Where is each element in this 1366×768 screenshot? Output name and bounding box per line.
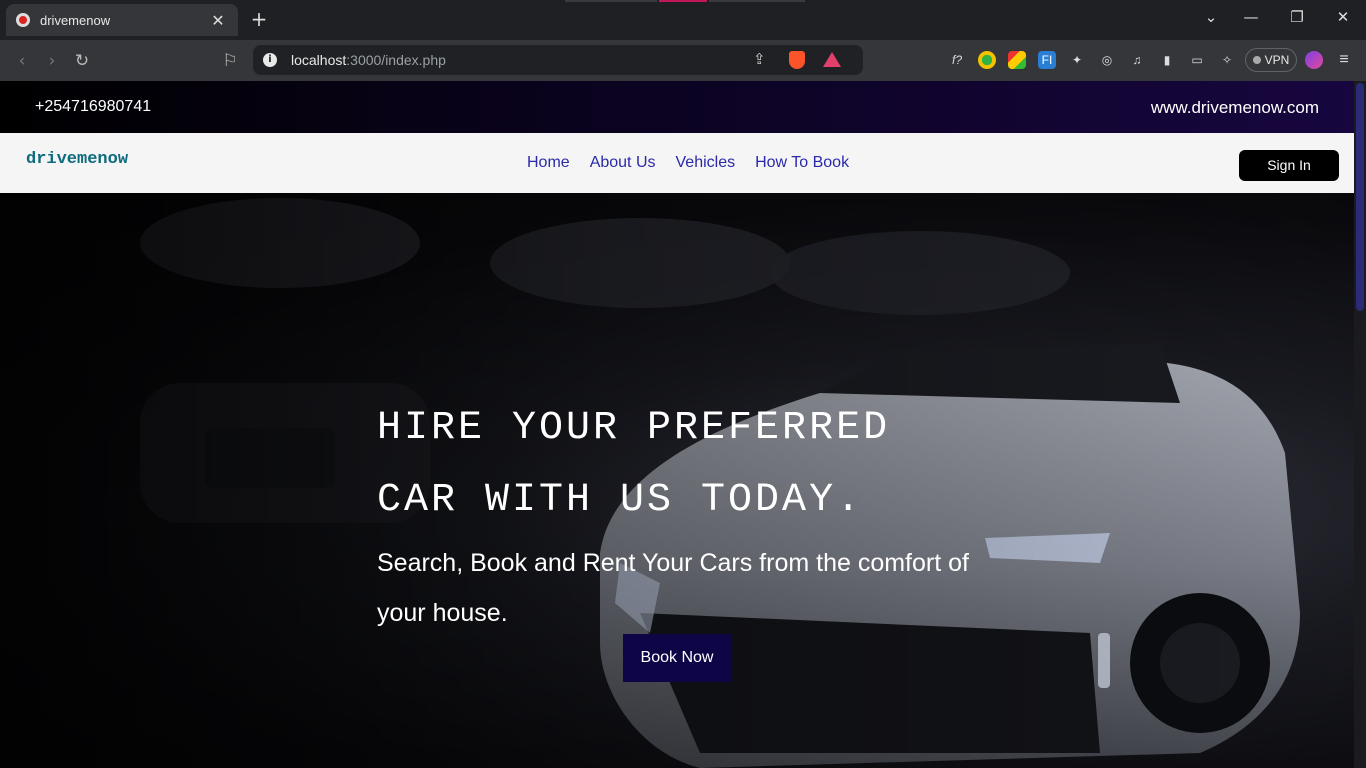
tab-title: drivemenow: [40, 12, 111, 28]
brand-logo[interactable]: drivemenow: [26, 150, 128, 169]
nav-link-about[interactable]: About Us: [590, 154, 656, 172]
extension-chrome-icon[interactable]: [978, 51, 996, 69]
tab-group-indicator-active: [659, 0, 707, 2]
new-tab-button[interactable]: +: [248, 8, 270, 30]
extensions-puzzle-icon[interactable]: ✦: [1068, 51, 1086, 69]
url-text: localhost:3000/index.php: [291, 52, 446, 68]
vpn-button[interactable]: VPN: [1245, 48, 1297, 72]
tab-group-indicator: [565, 0, 657, 2]
tab-group-indicator: [709, 0, 805, 2]
scrollbar-thumb[interactable]: [1356, 83, 1364, 311]
browser-tabstrip: drivemenow ✕ + ⌄ — ❐ ✕: [0, 0, 1366, 40]
music-icon[interactable]: ♫: [1128, 51, 1146, 69]
close-tab-icon[interactable]: ✕: [208, 11, 228, 30]
extension-fi-icon[interactable]: FI: [1038, 51, 1056, 69]
vpn-status-icon: [1252, 56, 1261, 64]
page-scrollbar[interactable]: [1354, 81, 1366, 768]
minimize-button[interactable]: —: [1239, 8, 1263, 26]
nav-links: Home About Us Vehicles How To Book: [527, 154, 849, 172]
hero-subtitle: Search, Book and Rent Your Cars from the…: [377, 549, 969, 627]
extension-grid-icon[interactable]: [1008, 51, 1026, 69]
address-bar[interactable]: i localhost:3000/index.php ⇪: [253, 45, 863, 75]
forward-icon[interactable]: ›: [41, 50, 63, 72]
wallet-icon[interactable]: ▭: [1188, 51, 1206, 69]
brave-rewards-icon[interactable]: [823, 52, 841, 67]
nav-link-home[interactable]: Home: [527, 154, 570, 172]
ai-sparkle-icon[interactable]: ✧: [1218, 51, 1236, 69]
hero-title: HIRE YOUR PREFERRED CAR WITH US TODAY.: [377, 393, 890, 537]
back-icon[interactable]: ‹: [11, 50, 33, 72]
nav-link-vehicles[interactable]: Vehicles: [676, 154, 736, 172]
url-host: localhost: [291, 52, 347, 68]
close-window-button[interactable]: ✕: [1331, 8, 1355, 26]
website-address: www.drivemenow.com: [1150, 98, 1319, 117]
brave-shield-icon[interactable]: [789, 51, 805, 69]
profile-avatar[interactable]: [1305, 51, 1323, 69]
restore-button[interactable]: ❐: [1285, 8, 1309, 26]
contact-topbar: +254716980741 www.drivemenow.com: [0, 81, 1354, 133]
hero-title-line-2: CAR WITH US TODAY.: [377, 478, 864, 523]
favicon-icon: [16, 13, 30, 27]
extension-fx-icon[interactable]: f?: [948, 51, 966, 69]
share-icon[interactable]: ⇪: [753, 50, 766, 68]
url-path: :3000/index.php: [346, 52, 446, 68]
web-page: +254716980741 www.drivemenow.com driveme…: [0, 81, 1354, 768]
browser-tab[interactable]: drivemenow ✕: [6, 4, 238, 36]
leo-icon[interactable]: ◎: [1098, 51, 1116, 69]
hero-title-line-1: HIRE YOUR PREFERRED: [377, 406, 891, 451]
nav-link-how-to-book[interactable]: How To Book: [755, 154, 849, 172]
menu-icon[interactable]: ≡: [1335, 51, 1353, 69]
main-navbar: drivemenow Home About Us Vehicles How To…: [0, 133, 1354, 193]
site-info-icon[interactable]: i: [263, 53, 277, 67]
sidebar-toggle-icon[interactable]: ▮: [1158, 51, 1176, 69]
tab-search-icon[interactable]: ⌄: [1199, 8, 1223, 26]
reload-icon[interactable]: ↻: [71, 50, 93, 72]
vpn-label: VPN: [1264, 53, 1290, 67]
hero-section: HIRE YOUR PREFERRED CAR WITH US TODAY. S…: [0, 193, 1354, 768]
bookmark-icon[interactable]: ⚐: [219, 50, 241, 72]
phone-number: +254716980741: [35, 98, 152, 115]
sign-in-button[interactable]: Sign In: [1239, 150, 1339, 181]
book-now-button[interactable]: Book Now: [623, 634, 731, 682]
